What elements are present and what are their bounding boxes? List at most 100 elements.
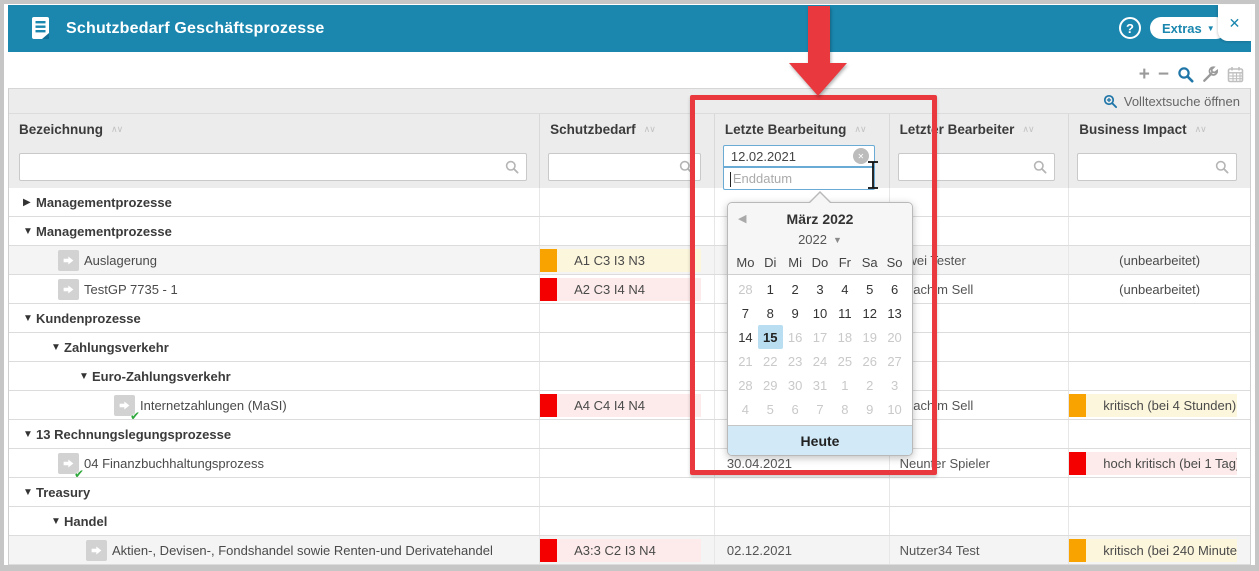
collapse-arrow-icon[interactable]: ▼	[23, 226, 36, 237]
day-cell[interactable]: 8	[758, 301, 783, 325]
search-icon[interactable]	[1177, 66, 1194, 83]
table-row[interactable]: Auslagerung A1 C3 I3 N3 Zwei Tester (unbear…	[9, 246, 1250, 275]
day-cell[interactable]: 27	[882, 349, 907, 373]
day-cell[interactable]: 23	[783, 349, 808, 373]
day-cell[interactable]: 14	[733, 325, 758, 349]
day-cell[interactable]: 13	[882, 301, 907, 325]
day-cell[interactable]: 22	[758, 349, 783, 373]
day-cell[interactable]: 2	[857, 373, 882, 397]
day-cell[interactable]: 9	[857, 397, 882, 421]
filter-schutzbedarf-input[interactable]	[549, 159, 679, 175]
day-cell[interactable]: 1	[758, 277, 783, 301]
day-cell[interactable]: 4	[832, 277, 857, 301]
sort-icons[interactable]: ∧∨	[644, 124, 656, 135]
day-cell[interactable]: 10	[882, 397, 907, 421]
previous-month-icon[interactable]: ◀	[738, 212, 746, 225]
help-button[interactable]: ?	[1119, 17, 1141, 39]
day-cell[interactable]: 11	[832, 301, 857, 325]
collapse-arrow-icon[interactable]: ▼	[79, 371, 92, 382]
day-cell[interactable]: 9	[783, 301, 808, 325]
table-row[interactable]: ▼ Treasury	[9, 478, 1250, 507]
table-row[interactable]: ▶ Managementprozesse	[9, 188, 1250, 217]
day-cell[interactable]: 7	[808, 397, 833, 421]
column-header-schutzbedarf[interactable]: Schutzbedarf	[550, 122, 636, 137]
collapse-arrow-icon[interactable]: ▼	[51, 516, 64, 527]
table-row[interactable]: ✔ Internetzahlungen (MaSI) A4 C4 I4 N4 Joac…	[9, 391, 1250, 420]
collapse-arrow-icon[interactable]: ▼	[23, 487, 36, 498]
day-cell[interactable]: 3	[808, 277, 833, 301]
table-row[interactable]: TestGP 7735 - 1 A2 C3 I4 N4 Joachim Sell (u…	[9, 275, 1250, 304]
close-button[interactable]: ✕	[1218, 5, 1251, 41]
sort-icons[interactable]: ∧∨	[1022, 124, 1034, 135]
table-row[interactable]: ✔ 04 Finanzbuchhaltungsprozess 30.04.2021 N…	[9, 449, 1250, 478]
day-cell[interactable]: 28	[733, 277, 758, 301]
date-to-field[interactable]	[722, 167, 875, 190]
today-button[interactable]: Heute	[728, 425, 912, 455]
filter-bearbeiter-input[interactable]	[898, 159, 1034, 175]
column-header-letzte-bearbeitung[interactable]: Letzte Bearbeitung	[725, 122, 847, 137]
weekday-label: Do	[811, 254, 829, 270]
day-cell[interactable]: 8	[832, 397, 857, 421]
column-header-business-impact[interactable]: Business Impact	[1079, 122, 1186, 137]
day-cell[interactable]: 2	[783, 277, 808, 301]
day-cell[interactable]: 20	[882, 325, 907, 349]
calendar-month-title: März 2022	[786, 210, 854, 227]
day-cell[interactable]: 24	[808, 349, 833, 373]
expand-arrow-icon[interactable]: ▶	[23, 197, 36, 208]
day-cell[interactable]: 17	[808, 325, 833, 349]
day-cell[interactable]: 31	[808, 373, 833, 397]
day-cell[interactable]: 1	[832, 373, 857, 397]
sort-icons[interactable]: ∧∨	[854, 124, 866, 135]
business-impact-value: (unbearbeitet)	[1119, 252, 1201, 268]
chevron-down-icon: ▼	[833, 234, 842, 245]
day-cell[interactable]: 4	[733, 397, 758, 421]
day-cell[interactable]: 28	[733, 373, 758, 397]
selected-day-cell[interactable]: 15	[757, 325, 783, 349]
year-select[interactable]: 2022 ▼	[728, 229, 912, 250]
table-row[interactable]: ▼ Euro-Zahlungsverkehr	[9, 362, 1250, 391]
day-cell[interactable]: 5	[857, 277, 882, 301]
table-row[interactable]: ▼ 13 Rechnungslegungsprozesse	[9, 420, 1250, 449]
day-cell[interactable]: 26	[857, 349, 882, 373]
column-header-letzter-bearbeiter[interactable]: Letzter Bearbeiter	[900, 122, 1015, 137]
day-cell[interactable]: 10	[808, 301, 833, 325]
clear-date-icon[interactable]: ✕	[852, 148, 869, 164]
add-icon[interactable]: +	[1139, 65, 1150, 84]
table-row[interactable]: ▼ Zahlungsverkehr	[9, 333, 1250, 362]
day-cell[interactable]: 12	[857, 301, 882, 325]
day-cell[interactable]: 7	[733, 301, 758, 325]
day-cell[interactable]: 30	[783, 373, 808, 397]
calendar-icon[interactable]	[1227, 66, 1244, 83]
date-from-input[interactable]	[723, 148, 853, 164]
extras-button[interactable]: Extras ▼	[1150, 17, 1227, 39]
fulltext-search-icon[interactable]	[1103, 94, 1118, 109]
collapse-arrow-icon[interactable]: ▼	[51, 342, 64, 353]
day-cell[interactable]: 19	[857, 325, 882, 349]
date-from-field[interactable]: ✕	[722, 145, 875, 167]
process-arrow-icon	[58, 278, 79, 300]
remove-icon[interactable]: −	[1158, 65, 1169, 84]
table-row[interactable]: ▼ Managementprozesse	[9, 217, 1250, 246]
day-cell[interactable]: 29	[758, 373, 783, 397]
day-cell[interactable]: 5	[758, 397, 783, 421]
day-cell[interactable]: 3	[882, 373, 907, 397]
fulltext-search-button[interactable]: Volltextsuche öffnen	[1124, 94, 1240, 109]
filter-bezeichnung-input[interactable]	[20, 159, 506, 175]
day-cell[interactable]: 21	[733, 349, 758, 373]
day-cell[interactable]: 6	[783, 397, 808, 421]
filter-impact-input[interactable]	[1078, 159, 1215, 175]
table-row[interactable]: Aktien-, Devisen-, Fondshandel sowie Ren…	[9, 536, 1250, 565]
sort-icons[interactable]: ∧∨	[111, 124, 123, 135]
collapse-arrow-icon[interactable]: ▼	[23, 313, 36, 324]
day-cell[interactable]: 6	[882, 277, 907, 301]
sort-icons[interactable]: ∧∨	[1195, 124, 1207, 135]
day-cell[interactable]: 16	[783, 325, 808, 349]
wrench-icon[interactable]	[1202, 66, 1219, 83]
collapse-arrow-icon[interactable]: ▼	[23, 429, 36, 440]
column-header-bezeichnung[interactable]: Bezeichnung	[19, 122, 103, 137]
day-cell[interactable]: 25	[832, 349, 857, 373]
table-row[interactable]: ▼ Kundenprozesse	[9, 304, 1250, 333]
table-row[interactable]: ▼ Handel	[9, 507, 1250, 536]
day-cell[interactable]: 18	[832, 325, 857, 349]
date-to-input[interactable]	[723, 171, 874, 186]
